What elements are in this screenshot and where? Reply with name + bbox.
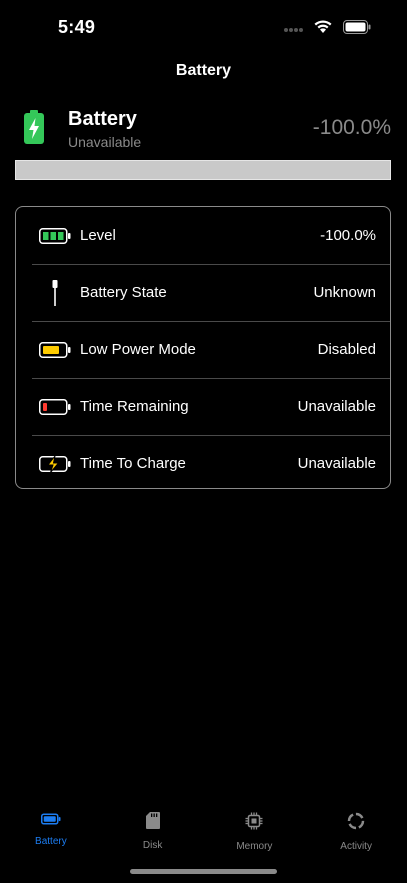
header-title: Battery	[68, 108, 137, 130]
sd-card-icon	[145, 812, 160, 834]
status-time: 5:49	[58, 17, 96, 37]
tab-memory[interactable]: Memory	[204, 800, 306, 860]
activity-ring-icon	[347, 812, 365, 835]
row-battery-state: Battery State Unknown	[16, 264, 390, 321]
tab-label: Disk	[142, 840, 163, 851]
tab-label: Battery	[35, 836, 67, 847]
row-label: Time Remaining	[80, 398, 189, 415]
battery-status-icon	[343, 19, 371, 39]
tab-battery[interactable]: Battery	[0, 800, 102, 860]
battery-charging-large-icon	[24, 110, 44, 149]
battery-info-card: Level -100.0% Battery State Unknown Low …	[15, 206, 391, 489]
row-time-remaining: Time Remaining Unavailable	[16, 378, 390, 435]
tab-activity[interactable]: Activity	[305, 800, 407, 860]
battery-charging-icon	[16, 455, 80, 473]
tab-bar: Battery Disk Memory Activity	[0, 800, 407, 860]
row-label: Battery State	[80, 284, 167, 301]
chip-icon	[245, 812, 263, 835]
status-bar: 5:49	[0, 0, 407, 54]
row-value: Unknown	[313, 284, 376, 301]
tab-label: Activity	[340, 841, 372, 852]
row-label: Low Power Mode	[80, 341, 196, 358]
header-percent: -100.0%	[312, 116, 391, 139]
tab-label: Memory	[236, 841, 273, 852]
home-indicator	[130, 869, 277, 874]
nav-title: Battery	[175, 62, 232, 79]
wifi-icon	[313, 19, 333, 39]
row-value: Unavailable	[297, 455, 376, 472]
low-battery-icon	[16, 398, 80, 415]
row-low-power-mode: Low Power Mode Disabled	[16, 321, 390, 378]
low-power-battery-icon	[16, 341, 80, 358]
tab-disk[interactable]: Disk	[102, 800, 204, 860]
battery-header: Battery Unavailable -100.0%	[0, 106, 407, 154]
status-icons	[283, 19, 371, 39]
row-label: Time To Charge	[80, 455, 186, 472]
battery-progress-bar	[15, 160, 391, 180]
row-time-to-charge: Time To Charge Unavailable	[16, 435, 390, 492]
row-level: Level -100.0%	[16, 207, 390, 264]
cellular-signal-icon	[283, 20, 303, 38]
battery-level-icon	[16, 227, 80, 244]
row-value: Disabled	[317, 341, 376, 358]
charging-cable-icon	[16, 279, 80, 306]
battery-tab-icon	[40, 812, 61, 830]
row-value: Unavailable	[297, 398, 376, 415]
row-label: Level	[80, 227, 116, 244]
row-value: -100.0%	[320, 227, 376, 244]
header-subtitle: Unavailable	[68, 134, 142, 150]
